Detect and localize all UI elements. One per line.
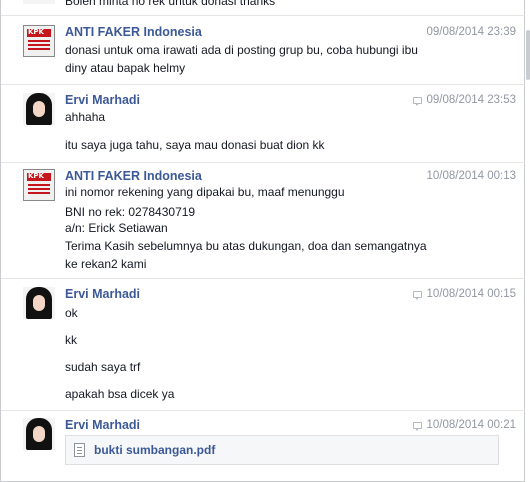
- attachment-name[interactable]: bukti sumbangan.pdf: [94, 443, 215, 457]
- scrollbar[interactable]: [525, 0, 530, 482]
- message-text: donasi untuk oma irawati ada di posting …: [65, 43, 418, 57]
- divider: [1, 162, 526, 163]
- message-thread: Boleh minta no rek untuk donasi thanks K…: [0, 0, 526, 482]
- kpk-logo-icon[interactable]: KPK: [23, 25, 55, 57]
- pdf-file-icon: [74, 443, 85, 457]
- timestamp-text: 10/08/2014 00:13: [426, 170, 516, 182]
- file-attachment[interactable]: bukti sumbangan.pdf: [65, 435, 499, 465]
- message-text: ahhaha: [65, 110, 106, 124]
- profile-photo-icon[interactable]: [23, 418, 55, 450]
- profile-photo-icon[interactable]: [23, 287, 55, 319]
- chat-bubble-icon: [413, 96, 423, 106]
- sender-name[interactable]: ANTI FAKER Indonesia: [65, 25, 202, 39]
- timestamp-text: 10/08/2014 00:21: [426, 419, 516, 431]
- message-text: sudah saya trf: [65, 360, 141, 374]
- divider: [1, 15, 526, 16]
- scrollbar-thumb[interactable]: [526, 30, 530, 80]
- message-text: diny atau bapak helmy: [65, 61, 186, 75]
- divider: [1, 278, 526, 279]
- divider: [1, 84, 526, 85]
- sender-name[interactable]: Ervi Marhadi: [65, 93, 140, 107]
- message-text: ke rekan2 kami: [65, 257, 147, 271]
- message-text: itu saya juga tahu, saya mau donasi buat…: [65, 138, 325, 152]
- timestamp: 09/08/2014 23:39: [426, 26, 516, 38]
- timestamp: 09/08/2014 23:53: [413, 94, 516, 106]
- chat-bubble-icon: [413, 290, 423, 300]
- timestamp-text: 10/08/2014 00:15: [426, 288, 516, 300]
- message-text: BNI no rek: 0278430719: [65, 205, 196, 219]
- timestamp-text: 09/08/2014 23:53: [426, 94, 516, 106]
- sender-name[interactable]: Ervi Marhadi: [65, 418, 140, 432]
- timestamp: 10/08/2014 00:13: [426, 170, 516, 182]
- message-text: ini nomor rekening yang dipakai bu, maaf…: [65, 185, 345, 199]
- avatar[interactable]: [23, 0, 55, 4]
- message-text: a/n: Erick Setiawan: [65, 221, 168, 235]
- timestamp: 10/08/2014 00:15: [413, 288, 516, 300]
- divider: [1, 410, 526, 411]
- message-text: Terima Kasih sebelumnya bu atas dukungan…: [65, 239, 427, 253]
- message-text: apakah bsa dicek ya: [65, 387, 175, 401]
- sender-name[interactable]: ANTI FAKER Indonesia: [65, 169, 202, 183]
- message-text: kk: [65, 333, 77, 347]
- profile-photo-icon[interactable]: [23, 93, 55, 125]
- message-text: Boleh minta no rek untuk donasi thanks: [65, 0, 276, 8]
- message-text: ok: [65, 306, 78, 320]
- kpk-logo-icon[interactable]: KPK: [23, 169, 55, 201]
- chat-bubble-icon: [413, 421, 423, 431]
- timestamp-text: 09/08/2014 23:39: [426, 26, 516, 38]
- sender-name[interactable]: Ervi Marhadi: [65, 287, 140, 301]
- timestamp: 10/08/2014 00:21: [413, 419, 516, 431]
